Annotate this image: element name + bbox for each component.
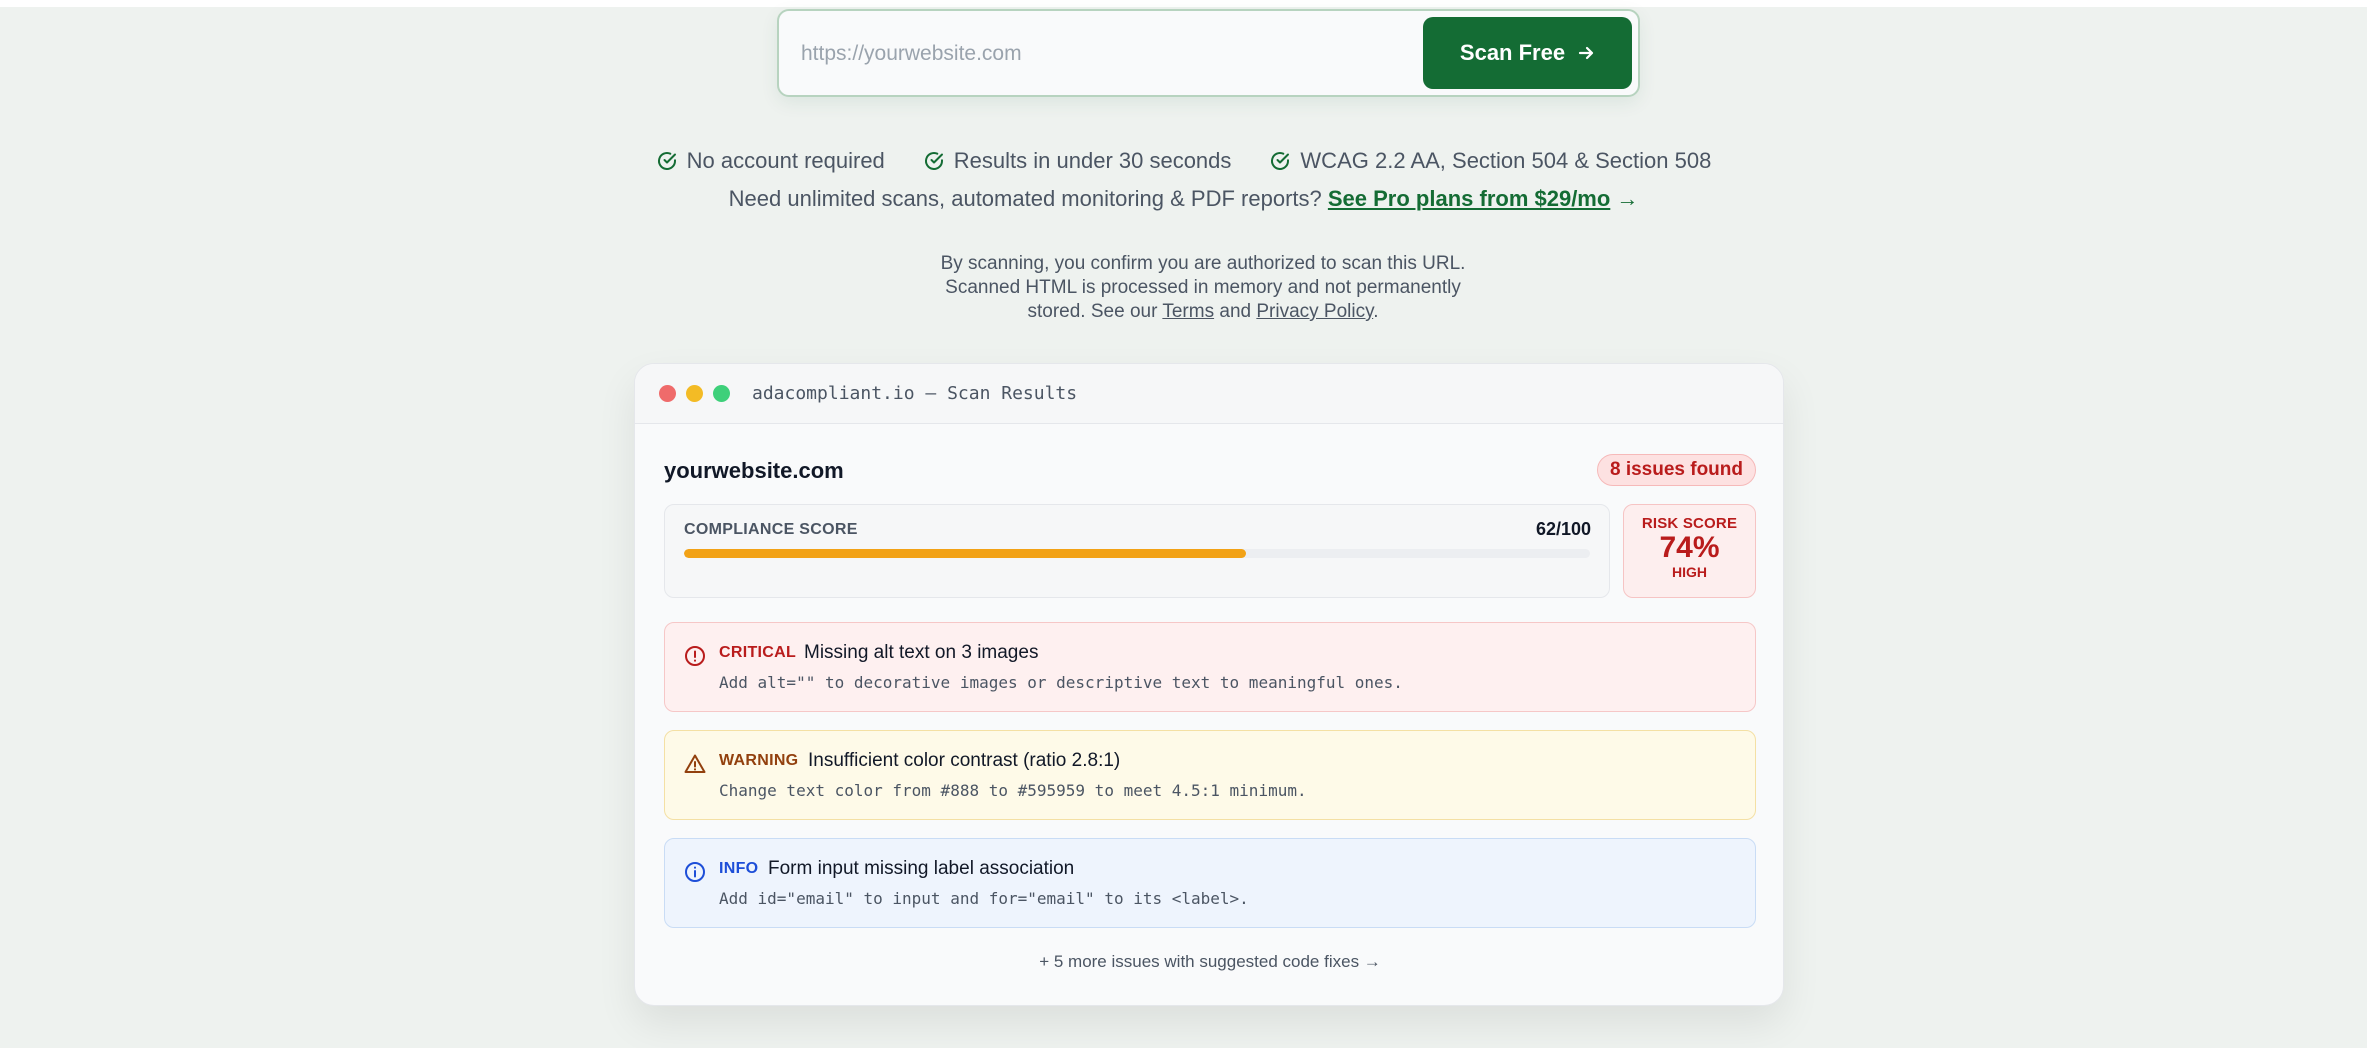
- feature-item: No account required: [656, 148, 885, 174]
- risk-score-label: RISK SCORE: [1641, 515, 1738, 532]
- compliance-score-bar: [684, 549, 1590, 558]
- arrow-right-icon: →: [1616, 186, 1639, 211]
- feature-item: Results in under 30 seconds: [923, 148, 1232, 174]
- issue-item-info[interactable]: INFO Form input missing label associatio…: [664, 838, 1756, 928]
- url-input[interactable]: [801, 29, 1401, 79]
- pro-upsell: Need unlimited scans, automated monitori…: [0, 186, 2367, 220]
- severity-tag: INFO: [719, 860, 759, 877]
- privacy-policy-link[interactable]: Privacy Policy: [1256, 301, 1373, 322]
- compliance-score-panel: COMPLIANCE SCORE 62/100: [664, 504, 1610, 598]
- issue-fix: Add id="email" to input and for="email" …: [719, 889, 1249, 908]
- pro-text: Need unlimited scans, automated monitori…: [728, 186, 1322, 211]
- issue-title: Missing alt text on 3 images: [804, 642, 1039, 663]
- severity-tag: CRITICAL: [719, 644, 797, 661]
- check-circle-icon: [924, 152, 943, 170]
- feature-label: No account required: [686, 148, 885, 173]
- warning-triangle-icon: [684, 754, 706, 773]
- issue-title: Insufficient color contrast (ratio 2.8:1…: [808, 750, 1121, 771]
- feature-item: WCAG 2.2 AA, Section 504 & Section 508: [1269, 148, 1711, 174]
- legal-line: By scanning, you confirm you are authori…: [940, 253, 1466, 274]
- scan-button-label: Scan Free: [1459, 40, 1566, 65]
- check-circle-icon: [657, 152, 676, 170]
- more-issues-link[interactable]: + 5 more issues with suggested code fixe…: [635, 952, 1783, 972]
- check-circle-icon: [1271, 152, 1290, 170]
- legal-line: Scanned HTML is processed in memory and …: [945, 277, 1461, 298]
- issue-fix: Change text color from #888 to #595959 t…: [719, 781, 1307, 800]
- info-circle-icon: [685, 862, 705, 882]
- issue-item-warning[interactable]: WARNING Insufficient color contrast (rat…: [664, 730, 1756, 820]
- legal-period: .: [1373, 301, 1379, 322]
- window-maximize-dot: [713, 385, 730, 402]
- site-row: yourwebsite.com 8 issues found: [664, 454, 1756, 488]
- risk-score-value: 74%: [1659, 531, 1720, 564]
- window-close-dot: [659, 385, 676, 402]
- compliance-score-value: 62/100: [1535, 519, 1591, 539]
- scan-results-card: adacompliant.io — Scan Results yourwebsi…: [634, 363, 1784, 1006]
- feature-label: WCAG 2.2 AA, Section 504 & Section 508: [1300, 148, 1712, 173]
- window-titlebar: adacompliant.io — Scan Results: [635, 364, 1783, 424]
- compliance-score-label: COMPLIANCE SCORE: [684, 521, 858, 538]
- top-border: [0, 0, 2367, 7]
- pro-plans-link[interactable]: See Pro plans from $29/mo: [1328, 186, 1610, 211]
- issue-title: Form input missing label association: [768, 858, 1075, 879]
- feature-label: Results in under 30 seconds: [953, 148, 1232, 173]
- site-name: yourwebsite.com: [664, 458, 844, 483]
- legal-notice: By scanning, you confirm you are authori…: [933, 252, 1473, 324]
- issue-fix: Add alt="" to decorative images or descr…: [719, 673, 1403, 692]
- terms-link[interactable]: Terms: [1162, 301, 1214, 322]
- severity-tag: WARNING: [719, 752, 799, 769]
- window-minimize-dot: [686, 385, 703, 402]
- arrow-right-icon: [1578, 46, 1594, 60]
- feature-list: No account required Results in under 30 …: [0, 144, 2367, 178]
- scan-form: Scan Free: [777, 9, 1640, 97]
- legal-and: and: [1219, 301, 1252, 322]
- issues-count-badge: 8 issues found: [1596, 454, 1756, 486]
- legal-line: stored. See our Terms and Privacy Policy…: [933, 300, 1473, 324]
- compliance-score-fill: [684, 549, 1246, 558]
- risk-level: HIGH: [1672, 564, 1707, 580]
- window-title: adacompliant.io — Scan Results: [752, 383, 1078, 404]
- alert-circle-icon: [685, 646, 705, 666]
- scan-free-button[interactable]: Scan Free: [1423, 17, 1632, 89]
- legal-prefix: stored. See our: [1027, 301, 1158, 322]
- risk-score-panel: RISK SCORE 74% HIGH: [1623, 504, 1756, 598]
- issue-item-critical[interactable]: CRITICAL Missing alt text on 3 images Ad…: [664, 622, 1756, 712]
